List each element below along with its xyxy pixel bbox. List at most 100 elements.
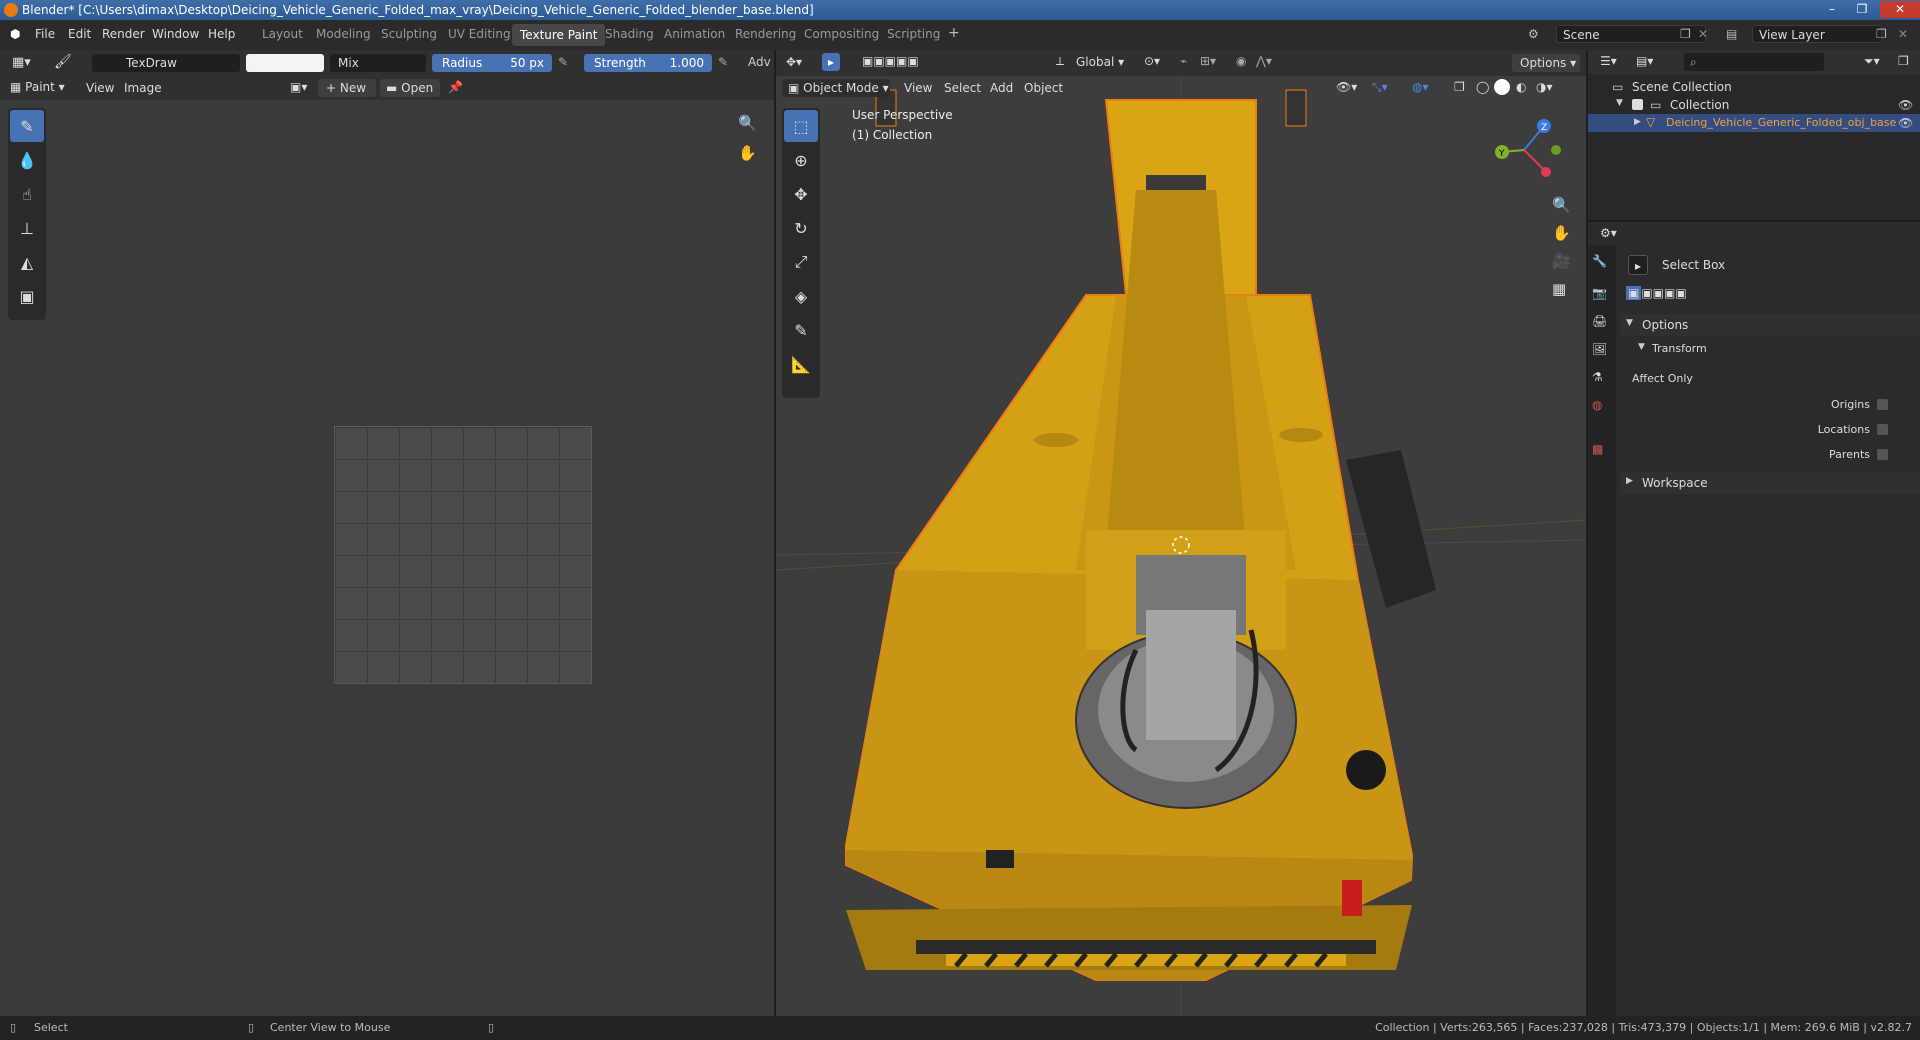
overlay-toggle-icon[interactable]: ◍▾: [1412, 80, 1429, 94]
editor-type-icon[interactable]: ▦▾: [12, 55, 31, 70]
camera-view-icon[interactable]: 🎥: [1552, 252, 1571, 270]
display-mode-icon[interactable]: ▤▾: [1636, 54, 1653, 68]
gizmo-toggle-icon[interactable]: ⤡▾: [1372, 80, 1388, 95]
annotate-tool-icon[interactable]: ✎: [784, 314, 818, 346]
tab-scripting[interactable]: Scripting: [887, 27, 940, 41]
object-expand-icon[interactable]: ▶: [1634, 117, 1641, 127]
options-panel-header[interactable]: ▼ Options: [1620, 314, 1920, 336]
wireframe-shading-icon[interactable]: ◯: [1476, 80, 1489, 94]
world-tab-icon[interactable]: ◍: [1592, 398, 1602, 412]
xray-icon[interactable]: ❐: [1454, 80, 1465, 94]
origins-checkbox[interactable]: [1877, 399, 1888, 413]
tab-compositing[interactable]: Compositing: [804, 27, 879, 41]
new-image-button[interactable]: + New: [318, 79, 376, 97]
select-box-tool-icon[interactable]: ⬚: [784, 110, 818, 142]
viewport-zoom-icon[interactable]: 🔍: [1552, 196, 1571, 214]
brush-icon[interactable]: 🖌: [54, 54, 72, 70]
solid-shading-icon[interactable]: [1494, 79, 1510, 95]
brush-selector[interactable]: TexDraw: [92, 54, 240, 72]
tab-layout[interactable]: Layout: [262, 27, 303, 41]
options-dropdown[interactable]: Options ▾: [1512, 54, 1580, 72]
workspace-panel-header[interactable]: ▶ Workspace: [1620, 472, 1920, 494]
visibility-icon[interactable]: 👁▾: [1336, 80, 1357, 94]
image-canvas-grid[interactable]: [334, 426, 592, 684]
menu-image[interactable]: Image: [124, 81, 162, 95]
snap-target-icon[interactable]: ⊞▾: [1200, 54, 1216, 68]
transform-orientation-dropdown[interactable]: Global ▾: [1076, 55, 1124, 69]
menu-window[interactable]: Window: [152, 27, 199, 41]
new-view-layer-icon[interactable]: ❐: [1876, 27, 1887, 41]
blend-mode-dropdown[interactable]: Mix: [330, 54, 426, 72]
tab-uv-editing[interactable]: UV Editing: [448, 27, 511, 41]
brush-color-swatch[interactable]: [246, 54, 324, 72]
ortho-grid-icon[interactable]: ▦: [1552, 280, 1566, 298]
paint-mode-dropdown[interactable]: ▦ Paint ▾: [10, 80, 65, 94]
collection-checkbox[interactable]: [1632, 99, 1643, 113]
menu-viewport-select[interactable]: Select: [944, 81, 981, 95]
menu-help[interactable]: Help: [208, 27, 235, 41]
radius-slider[interactable]: Radius 50 px: [432, 54, 552, 72]
transform-tool-icon[interactable]: ◈: [784, 280, 818, 312]
scale-tool-icon[interactable]: ⤢: [784, 246, 818, 278]
pivot-point-icon[interactable]: ⊙▾: [1144, 54, 1160, 68]
new-collection-icon[interactable]: ❐: [1898, 54, 1909, 68]
filter-icon[interactable]: ⏷▾: [1864, 54, 1880, 69]
object-mode-dropdown[interactable]: ▣ Object Mode ▾: [782, 79, 890, 97]
outliner-row-object[interactable]: ▶ ▽ Deicing_Vehicle_Generic_Folded_obj_b…: [1588, 114, 1920, 132]
parents-checkbox[interactable]: [1877, 449, 1888, 463]
rendered-shading-icon[interactable]: ◑▾: [1536, 80, 1553, 94]
outliner-row-collection[interactable]: ▼ ▭ Collection 👁: [1588, 96, 1920, 114]
parents-option[interactable]: Parents: [1620, 446, 1920, 466]
soften-tool-icon[interactable]: 💧: [10, 144, 44, 176]
close-icon[interactable]: ✕: [1880, 1, 1920, 18]
view-layer-tab-icon[interactable]: 🖼: [1592, 342, 1607, 356]
transform-subpanel-header[interactable]: ▼ Transform: [1620, 338, 1920, 360]
menu-viewport-object[interactable]: Object: [1024, 81, 1063, 95]
tab-shading[interactable]: Shading: [605, 27, 654, 41]
tab-animation[interactable]: Animation: [664, 27, 725, 41]
menu-view[interactable]: View: [86, 81, 114, 95]
falloff-icon[interactable]: ⋀▾: [1256, 54, 1272, 68]
image-editor-area[interactable]: ✎ 💧 ☝ ⊥ ◭ ▣ 🔍 ✋: [0, 100, 774, 1016]
fill-tool-icon[interactable]: ◭: [10, 246, 44, 278]
viewport-pan-icon[interactable]: ✋: [1552, 224, 1571, 242]
locations-option[interactable]: Locations: [1620, 421, 1920, 441]
tab-rendering[interactable]: Rendering: [735, 27, 796, 41]
proportional-edit-icon[interactable]: ◉: [1236, 54, 1246, 68]
render-tab-icon[interactable]: 📷: [1592, 286, 1607, 300]
delete-view-layer-icon[interactable]: ✕: [1898, 27, 1908, 41]
rotate-tool-icon[interactable]: ↻: [784, 212, 818, 244]
strength-pressure-icon[interactable]: ✎: [718, 55, 728, 69]
3d-viewport[interactable]: User Perspective (1) Collection ⬚ ⊕ ✥ ↻ …: [776, 50, 1586, 1016]
origins-option[interactable]: Origins: [1620, 396, 1920, 416]
tab-modeling[interactable]: Modeling: [316, 27, 371, 41]
tab-sculpting[interactable]: Sculpting: [381, 27, 437, 41]
smear-tool-icon[interactable]: ☝: [10, 178, 44, 210]
menu-edit[interactable]: Edit: [68, 27, 91, 41]
object-eye-icon[interactable]: 👁: [1898, 116, 1913, 130]
menu-viewport-view[interactable]: View: [904, 81, 932, 95]
view-layer-selector[interactable]: View Layer: [1752, 25, 1882, 43]
menu-render[interactable]: Render: [102, 27, 145, 41]
clone-tool-icon[interactable]: ⊥: [10, 212, 44, 244]
draw-tool-icon[interactable]: ✎: [10, 110, 44, 142]
mask-tool-icon[interactable]: ▣: [10, 280, 44, 312]
menu-viewport-add[interactable]: Add: [990, 81, 1013, 95]
open-image-button[interactable]: ▬ Open: [380, 79, 440, 97]
texture-tab-icon[interactable]: ▩: [1592, 442, 1603, 456]
select-tool-active-icon[interactable]: ▸: [822, 53, 840, 71]
vehicle-model[interactable]: [845, 89, 1436, 981]
minimize-icon[interactable]: –: [1818, 1, 1846, 18]
radius-pressure-icon[interactable]: ✎: [558, 55, 568, 69]
selection-mode-icons[interactable]: ▣▣▣▣▣: [862, 54, 919, 68]
outliner-row-scene-collection[interactable]: ▭ Scene Collection: [1588, 78, 1920, 96]
material-shading-icon[interactable]: ◐: [1516, 80, 1526, 94]
output-tab-icon[interactable]: 🖨: [1592, 314, 1607, 328]
view-layer-icon[interactable]: ▤: [1726, 27, 1737, 41]
blender-menu-icon[interactable]: ⬢: [10, 27, 20, 41]
menu-file[interactable]: File: [35, 27, 55, 41]
pin-icon[interactable]: 📌: [448, 80, 463, 94]
outliner-search-input[interactable]: ⌕: [1684, 53, 1824, 71]
tab-texture-paint[interactable]: Texture Paint: [512, 24, 606, 46]
add-workspace-icon[interactable]: +: [948, 25, 960, 41]
